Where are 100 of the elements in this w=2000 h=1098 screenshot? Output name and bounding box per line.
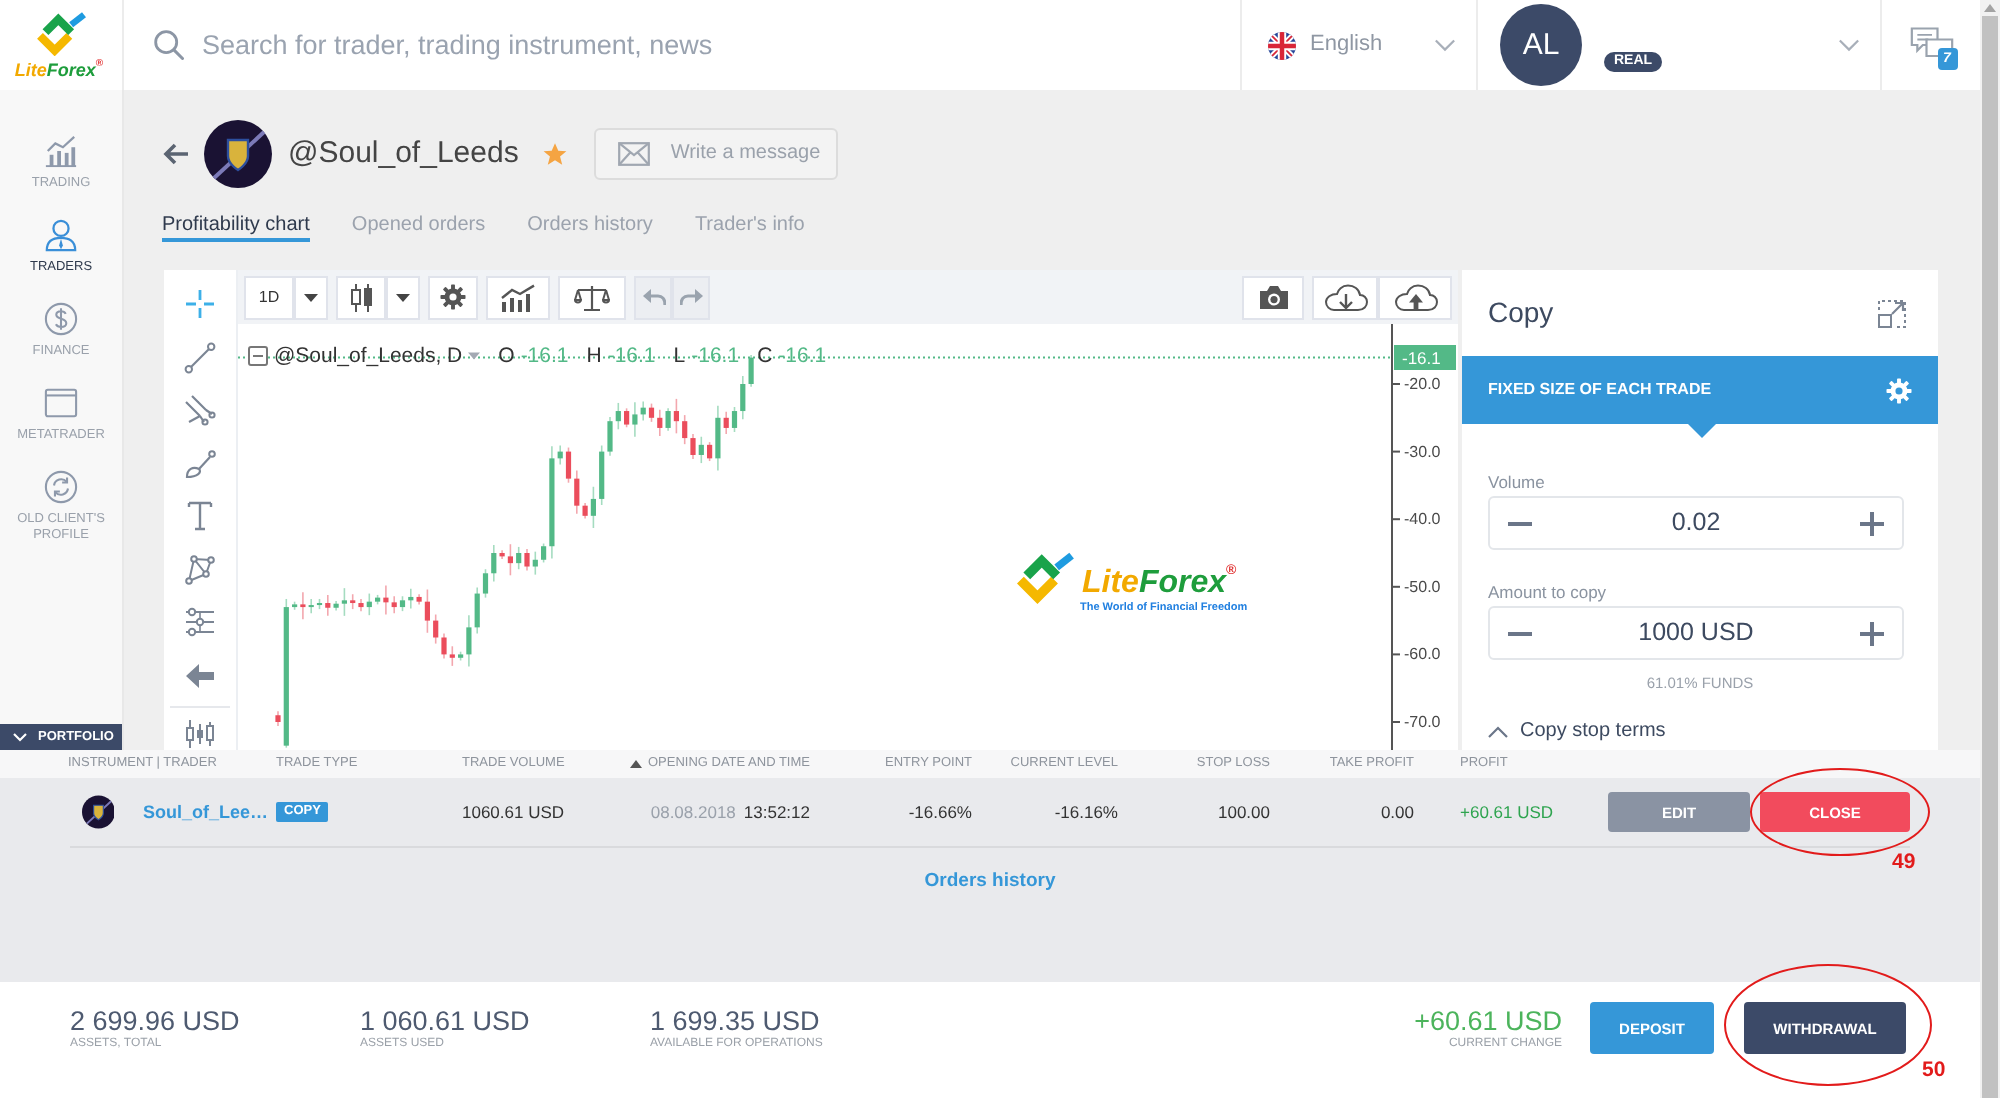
legend-key: H: [586, 344, 602, 368]
user-avatar: AL: [1500, 4, 1582, 86]
legend-value: -16.1: [778, 344, 827, 368]
legend-key: C: [757, 344, 773, 368]
chevron-down-icon: [1838, 38, 1860, 52]
arrow-left-icon[interactable]: [184, 659, 216, 692]
minus-icon[interactable]: [1508, 631, 1532, 635]
rising-candle: [532, 550, 538, 576]
screenshot-button[interactable]: [1242, 275, 1304, 319]
envelope-icon: [618, 142, 651, 166]
settings-button[interactable]: [428, 275, 478, 319]
redo-button[interactable]: [672, 275, 710, 319]
axis-label: -30.0: [1404, 442, 1441, 461]
compare-button[interactable]: [558, 275, 626, 319]
load-button[interactable]: [1312, 275, 1378, 319]
chevron-up-icon: [1488, 726, 1508, 738]
search-icon[interactable]: [154, 30, 184, 60]
pattern-tool-icon[interactable]: [184, 553, 216, 586]
axis-label: -70.0: [1404, 713, 1441, 731]
falling-candle: [707, 441, 713, 462]
falling-candle: [673, 398, 679, 435]
falling-candle: [275, 710, 281, 727]
scrollbar[interactable]: [1980, 0, 2000, 1098]
trader-avatar: [204, 120, 272, 188]
legend-value: -16.1: [691, 344, 740, 368]
dropdown-button[interactable]: [386, 275, 420, 319]
candles-icon[interactable]: [184, 717, 216, 750]
axis-label: -60.0: [1404, 645, 1441, 664]
chevron-down-icon: [1434, 38, 1456, 52]
chevron-down-icon: [12, 732, 28, 742]
interval-button[interactable]: 1D: [244, 275, 294, 319]
falling-candle: [624, 407, 630, 429]
copy-stop-terms-toggle[interactable]: Copy stop terms: [1488, 720, 1666, 744]
stat-value: 1 699.35 USD: [650, 1006, 822, 1036]
rising-candle: [292, 600, 298, 611]
collapse-icon[interactable]: [248, 346, 268, 366]
caret-down-icon: [304, 293, 318, 301]
crosshair-icon[interactable]: [184, 288, 216, 321]
save-button[interactable]: [1378, 275, 1452, 319]
legend-value: -16.1: [607, 344, 656, 368]
table-cell: 13:52:12: [743, 801, 810, 823]
field-label: Amount to copy: [1488, 582, 1607, 602]
orders-history-link[interactable]: Orders history: [924, 870, 1056, 892]
falling-candle: [723, 410, 729, 435]
table-cell-text: 100.00: [1216, 801, 1270, 823]
table-cell-text: 1060.61 USD: [460, 801, 567, 823]
search-field[interactable]: Search for trader, trading instrument, news: [202, 27, 1202, 63]
table-cell-text: 0.00: [1378, 801, 1414, 823]
scrollbar-thumb[interactable]: [1982, 16, 1998, 1098]
camera-icon: [1257, 284, 1289, 310]
trader-link[interactable]: Soul_of_Lee…: [142, 801, 268, 823]
sliders-icon[interactable]: [184, 606, 216, 639]
back-arrow-icon[interactable]: [162, 142, 190, 166]
tab[interactable]: Opened orders: [351, 208, 486, 242]
undo-button[interactable]: [634, 275, 672, 319]
expand-icon[interactable]: [1878, 299, 1906, 327]
legend-title: @Soul_of_Leeds, D: [274, 344, 463, 368]
plus-icon[interactable]: [1860, 621, 1884, 645]
number-stepper[interactable]: 1000 USD: [1488, 606, 1904, 660]
stat-value: 2 699.96 USD: [70, 1006, 242, 1036]
language-dropdown[interactable]: English: [1240, 0, 1476, 90]
scales-icon: [574, 283, 610, 311]
change-value: +60.61 USD: [1414, 1006, 1562, 1036]
caret-down-icon: [396, 293, 410, 301]
falling-candle: [524, 548, 530, 572]
window-icon: [44, 386, 78, 420]
logo-icon: [33, 12, 89, 56]
table-cell: 08.08.2018: [650, 801, 736, 823]
scroll-up-icon[interactable]: [1984, 4, 1996, 12]
brush-icon[interactable]: [184, 447, 216, 480]
field-label: Volume: [1488, 472, 1545, 492]
gear-icon[interactable]: [1886, 377, 1912, 403]
number-stepper[interactable]: 0.02: [1488, 496, 1904, 550]
tab[interactable]: Orders history: [527, 208, 653, 242]
table-cell-text: +60.61 USD: [1458, 801, 1556, 823]
candlestick-icon: [349, 281, 373, 313]
falling-candle: [300, 591, 306, 621]
text-tool-icon[interactable]: [184, 500, 216, 533]
line-tool-icon[interactable]: [184, 341, 216, 374]
trader-name: @Soul_of_Leeds: [288, 136, 519, 172]
star-icon[interactable]: [542, 142, 569, 166]
chart-type-button[interactable]: [336, 275, 386, 319]
undo-arrow-icon: [641, 288, 665, 306]
trader-avatar: [82, 792, 115, 832]
minus-icon[interactable]: [1508, 521, 1532, 525]
write-message-button[interactable]: Write a message: [594, 128, 839, 180]
indicators-button[interactable]: [486, 275, 550, 319]
flag-icon: [1268, 31, 1296, 59]
scissors-icon[interactable]: [184, 394, 216, 427]
tab[interactable]: Profitability chart: [162, 208, 310, 242]
tab[interactable]: Trader's info: [694, 208, 805, 242]
panel-title: Copy: [1488, 296, 1554, 330]
table-cell-text: -16.66%: [906, 801, 972, 823]
person-icon: [44, 218, 78, 252]
dropdown-button[interactable]: [294, 275, 328, 319]
plus-icon[interactable]: [1860, 511, 1884, 535]
axis-label: -50.0: [1404, 577, 1441, 596]
axis-label: -40.0: [1404, 510, 1441, 529]
caret-down-icon: [468, 352, 481, 360]
dollar-coin-icon: [44, 302, 78, 336]
